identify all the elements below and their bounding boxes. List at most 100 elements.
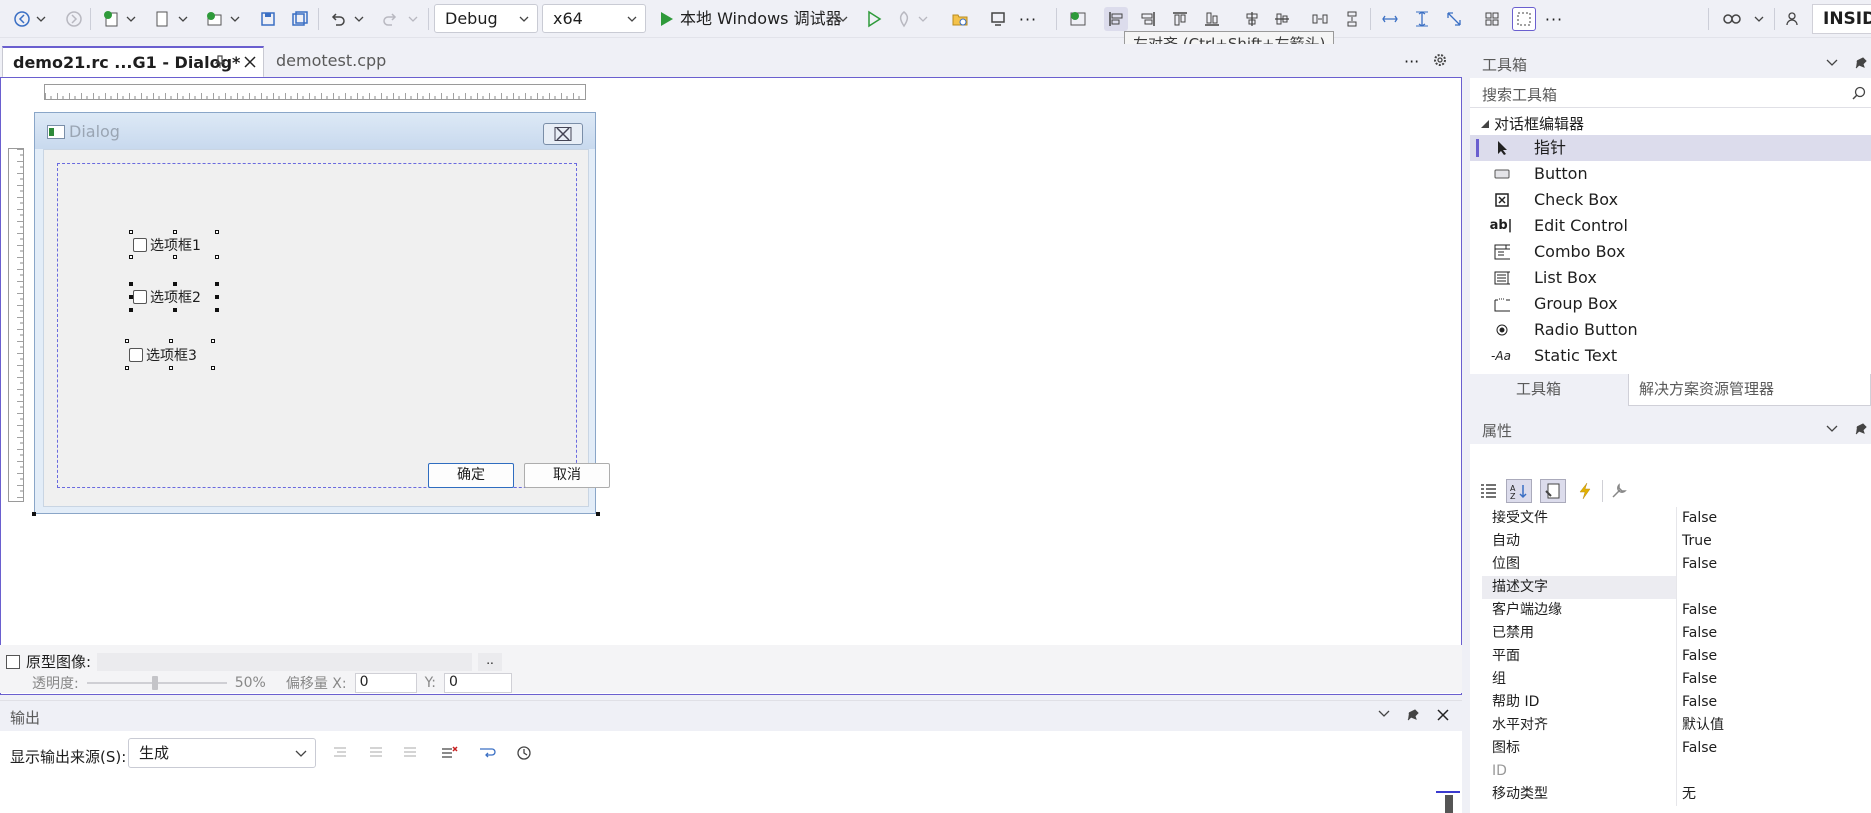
property-value[interactable]: 无 [1682, 783, 1696, 806]
save-icon[interactable] [256, 7, 280, 31]
new-project-icon[interactable] [100, 7, 124, 31]
back-icon[interactable] [10, 7, 34, 31]
dialog-close-button[interactable] [543, 123, 583, 145]
resize-handle[interactable] [169, 366, 173, 370]
pin-icon[interactable] [1854, 56, 1868, 70]
make-same-height-icon[interactable] [1410, 7, 1434, 31]
tool-combo-box[interactable]: Combo Box [1470, 239, 1871, 265]
property-value[interactable]: False [1682, 645, 1717, 668]
resize-handle[interactable] [129, 230, 133, 234]
clear-all-icon[interactable] [440, 745, 458, 761]
chevron-down-icon[interactable] [916, 7, 930, 31]
platform-select[interactable]: x64 [542, 4, 646, 33]
tab-demotest-cpp[interactable]: demotest.cpp [266, 46, 436, 78]
tool-button[interactable]: Button [1470, 161, 1871, 187]
align-left-icon[interactable] [1104, 7, 1128, 31]
checkbox-control-3[interactable]: 选项框3 [129, 345, 197, 365]
tool-edit-control[interactable]: ab| Edit Control [1470, 213, 1871, 239]
clock-icon[interactable] [516, 745, 532, 761]
ok-button[interactable]: 确定 [428, 463, 514, 488]
chevron-down-icon[interactable] [1826, 425, 1838, 433]
events-icon[interactable] [1574, 480, 1596, 502]
gear-icon[interactable] [1432, 52, 1448, 68]
opacity-slider[interactable] [86, 676, 227, 690]
property-value[interactable]: False [1682, 737, 1717, 760]
chevron-down-icon[interactable] [1752, 7, 1766, 31]
pin-icon[interactable] [213, 55, 227, 69]
more-icon[interactable]: ··· [1016, 7, 1040, 31]
prototype-image-checkbox[interactable] [6, 654, 20, 669]
resize-handle[interactable] [215, 282, 219, 286]
close-icon[interactable] [243, 55, 257, 69]
cancel-button[interactable]: 取消 [524, 463, 610, 488]
configuration-select[interactable]: Debug [434, 4, 538, 33]
pin-icon[interactable] [1406, 708, 1420, 722]
checkbox-control-2[interactable]: 选项框2 [133, 287, 201, 307]
add-item-icon[interactable] [202, 7, 226, 31]
find-in-folder-icon[interactable] [948, 7, 972, 31]
resize-handle[interactable] [129, 295, 133, 299]
toolbox-group-dialog-editor[interactable]: 对话框编辑器 [1480, 113, 1584, 134]
chevron-down-icon[interactable] [228, 7, 242, 31]
property-value[interactable]: False [1682, 507, 1717, 530]
close-icon[interactable] [1436, 708, 1450, 722]
resize-handle[interactable] [211, 339, 215, 343]
toolbox-search-input[interactable]: 搜索工具箱 [1470, 78, 1871, 108]
make-same-size-icon[interactable] [1442, 7, 1466, 31]
property-row[interactable]: 位图 False [1470, 553, 1871, 576]
start-without-debugging-icon[interactable] [862, 7, 886, 31]
prototype-image-path-input[interactable] [97, 652, 473, 671]
checkbox-control-1[interactable]: 选项框1 [133, 235, 201, 255]
property-row[interactable]: 组 False [1470, 668, 1871, 691]
resize-handle[interactable] [173, 308, 177, 312]
chevron-down-icon[interactable] [176, 7, 190, 31]
save-all-icon[interactable] [288, 7, 312, 31]
property-row[interactable]: 水平对齐 默认值 [1470, 714, 1871, 737]
toggle-guides-icon[interactable] [1512, 7, 1536, 31]
hot-reload-icon[interactable] [892, 7, 916, 31]
offset-y-input[interactable]: 0 [444, 673, 513, 693]
property-row[interactable]: 描述文字 [1470, 576, 1871, 599]
resize-handle[interactable] [173, 255, 177, 259]
property-row[interactable]: 自动 True [1470, 530, 1871, 553]
chevron-down-icon[interactable] [1826, 59, 1838, 67]
go-to-previous-icon[interactable] [332, 746, 348, 760]
resize-handle[interactable] [215, 230, 219, 234]
property-row[interactable]: ID [1470, 760, 1871, 783]
dialog-resize-handle[interactable] [596, 512, 600, 516]
live-share-icon[interactable] [1782, 7, 1806, 31]
device-icon[interactable] [986, 7, 1010, 31]
categorized-icon[interactable] [1478, 480, 1500, 502]
property-value[interactable]: False [1682, 622, 1717, 645]
grid-icon[interactable] [1480, 7, 1504, 31]
property-row[interactable]: 图标 False [1470, 737, 1871, 760]
property-value[interactable]: True [1682, 530, 1712, 553]
space-across-icon[interactable] [1308, 7, 1332, 31]
property-row[interactable]: 平面 False [1470, 645, 1871, 668]
find-message-icon[interactable] [402, 746, 418, 760]
undo-icon[interactable] [326, 7, 350, 31]
vertical-ruler[interactable] [8, 148, 24, 502]
tool-static-text[interactable]: -Aa Static Text [1470, 343, 1871, 369]
horizontal-ruler[interactable] [44, 84, 586, 100]
space-down-icon[interactable] [1340, 7, 1364, 31]
properties-icon[interactable] [1540, 479, 1566, 503]
property-row[interactable]: 客户端边缘 False [1470, 599, 1871, 622]
redo-icon[interactable] [378, 7, 402, 31]
chevron-down-icon[interactable] [124, 7, 138, 31]
chevron-down-icon[interactable] [406, 7, 420, 31]
resize-handle[interactable] [169, 339, 173, 343]
resize-handle[interactable] [215, 255, 219, 259]
insiders-badge[interactable]: INSIDE [1812, 4, 1871, 34]
resize-handle[interactable] [129, 308, 133, 312]
center-horizontal-icon[interactable] [1270, 7, 1294, 31]
align-bottom-icon[interactable] [1200, 7, 1224, 31]
resize-handle[interactable] [173, 230, 177, 234]
scrollbar-thumb[interactable] [1436, 791, 1460, 793]
output-source-select[interactable]: 生成 [128, 738, 316, 768]
property-row[interactable]: 移动类型 无 [1470, 783, 1871, 806]
test-dialog-icon[interactable] [1066, 7, 1090, 31]
copilot-icon[interactable] [1720, 7, 1744, 31]
pin-icon[interactable] [1854, 422, 1868, 436]
tool-list-box[interactable]: List Box [1470, 265, 1871, 291]
